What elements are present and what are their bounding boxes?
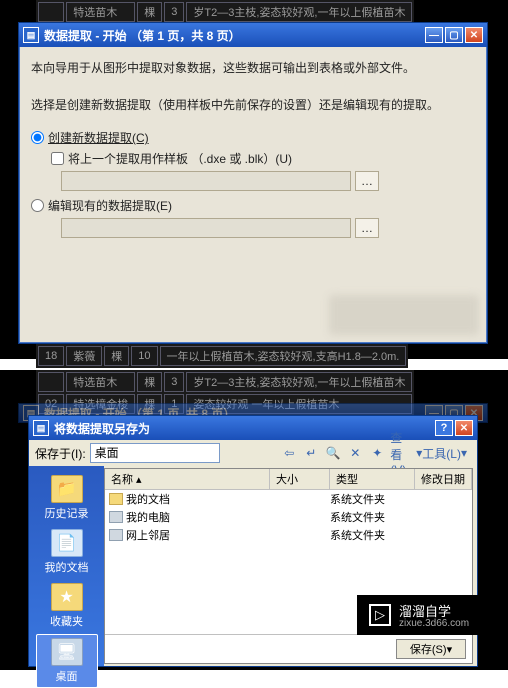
network-icon bbox=[109, 529, 123, 541]
blurred-area bbox=[329, 295, 479, 335]
folder-icon: 📁 bbox=[51, 475, 83, 503]
favorites-icon: ★ bbox=[51, 583, 83, 611]
window-title: 将数据提取另存为 bbox=[54, 420, 150, 437]
app-icon: ▤ bbox=[33, 420, 49, 436]
documents-icon: 📄 bbox=[51, 529, 83, 557]
computer-icon bbox=[109, 511, 123, 523]
list-item[interactable]: 我的电脑 系统文件夹 bbox=[105, 508, 472, 526]
search-icon[interactable]: 🔍 bbox=[324, 444, 342, 462]
desktop-icon: 🖥 bbox=[51, 638, 83, 666]
option-create-label: 创建新数据提取(C) bbox=[48, 129, 149, 146]
delete-icon[interactable]: ✕ bbox=[346, 444, 364, 462]
save-in-label: 保存于(I): bbox=[35, 445, 86, 462]
col-size[interactable]: 大小 bbox=[270, 469, 330, 489]
watermark-url: zixue.3d66.com bbox=[399, 618, 469, 629]
table-row: 特选苗木 棵 3 岁T2—3主枝,姿态较好观,一年以上假植苗木 bbox=[38, 2, 412, 22]
titlebar[interactable]: ▤ 数据提取 - 开始 （第 1 页，共 8 页） — ▢ ✕ bbox=[19, 23, 487, 47]
app-icon: ▤ bbox=[23, 27, 39, 43]
close-button[interactable]: ✕ bbox=[465, 27, 483, 43]
list-item[interactable]: 我的文档 系统文件夹 bbox=[105, 490, 472, 508]
table-row: 特选苗木 棵 3 岁T2—3主枝,姿态较好观,一年以上假植苗木 bbox=[38, 372, 412, 392]
wizard-prompt: 选择是创建新数据提取（使用样板中先前保存的设置）还是编辑现有的提取。 bbox=[31, 96, 475, 113]
minimize-button[interactable]: — bbox=[425, 27, 443, 43]
radio-edit[interactable] bbox=[31, 199, 44, 212]
existing-path-field bbox=[61, 218, 351, 238]
window-title: 数据提取 - 开始 （第 1 页，共 8 页） bbox=[44, 27, 241, 44]
wizard-description: 本向导用于从图形中提取对象数据，这些数据可输出到表格或外部文件。 bbox=[31, 59, 475, 76]
folder-icon bbox=[109, 493, 123, 505]
nav-my-documents[interactable]: 📄 我的文档 bbox=[36, 526, 98, 578]
maximize-button[interactable]: ▢ bbox=[445, 27, 463, 43]
back-icon[interactable]: ⇦ bbox=[280, 444, 298, 462]
up-icon[interactable]: ↵ bbox=[302, 444, 320, 462]
browse-template-button[interactable]: … bbox=[355, 171, 379, 191]
logo-icon: ▷ bbox=[369, 604, 391, 626]
col-name[interactable]: 名称 ▴ bbox=[105, 469, 270, 489]
option-edit-label: 编辑现有的数据提取(E) bbox=[48, 197, 172, 214]
nav-favorites[interactable]: ★ 收藏夹 bbox=[36, 580, 98, 632]
help-button[interactable]: ? bbox=[435, 420, 453, 436]
checkbox-use-template-row[interactable]: 将上一个提取用作样板 （.dxe 或 .blk）(U) bbox=[51, 150, 475, 167]
places-bar: 📁 历史记录 📄 我的文档 ★ 收藏夹 🖥 桌面 bbox=[29, 466, 104, 666]
template-path-field bbox=[61, 171, 351, 191]
checkbox-use-template-label: 将上一个提取用作样板 （.dxe 或 .blk）(U) bbox=[68, 150, 292, 167]
view-menu[interactable]: 查看(V) bbox=[390, 444, 408, 462]
new-folder-icon[interactable]: ✦ bbox=[368, 444, 386, 462]
table-row: 18 紫薇 棵 10 一年以上假植苗木,姿态较好观,支高H1.8—2.0m. bbox=[38, 346, 406, 366]
option-edit-existing[interactable]: 编辑现有的数据提取(E) bbox=[31, 197, 475, 214]
save-bottom-bar: 保存(S) ▾ bbox=[105, 634, 472, 663]
save-button[interactable]: 保存(S) ▾ bbox=[396, 639, 466, 659]
save-in-combo[interactable]: 桌面 bbox=[90, 443, 220, 463]
close-button[interactable]: ✕ bbox=[455, 420, 473, 436]
radio-create[interactable] bbox=[31, 131, 44, 144]
watermark: ▷ 溜溜自学 zixue.3d66.com bbox=[357, 595, 506, 635]
watermark-brand: 溜溜自学 bbox=[399, 604, 451, 619]
nav-history[interactable]: 📁 历史记录 bbox=[36, 472, 98, 524]
bg-table-upper-bottom: 18 紫薇 棵 10 一年以上假植苗木,姿态较好观,支高H1.8—2.0m. bbox=[36, 344, 408, 368]
checkbox-use-template[interactable] bbox=[51, 152, 64, 165]
browse-existing-button[interactable]: … bbox=[355, 218, 379, 238]
col-type[interactable]: 类型 bbox=[330, 469, 415, 489]
file-list-header[interactable]: 名称 ▴ 大小 类型 修改日期 bbox=[105, 469, 472, 490]
wizard-window: ▤ 数据提取 - 开始 （第 1 页，共 8 页） — ▢ ✕ 本向导用于从图形… bbox=[18, 22, 488, 344]
titlebar[interactable]: ▤ 将数据提取另存为 ? ✕ bbox=[29, 416, 477, 440]
list-item[interactable]: 网上邻居 系统文件夹 bbox=[105, 526, 472, 544]
tools-menu[interactable]: ▾ 工具(L) ▾ bbox=[412, 444, 471, 462]
nav-desktop[interactable]: 🖥 桌面 bbox=[36, 634, 98, 688]
col-date[interactable]: 修改日期 bbox=[415, 469, 472, 489]
save-toolbar: 保存于(I): 桌面 ⇦ ↵ 🔍 ✕ ✦ 查看(V) ▾ 工具(L) ▾ bbox=[29, 440, 477, 466]
option-create-new[interactable]: 创建新数据提取(C) bbox=[31, 129, 475, 146]
